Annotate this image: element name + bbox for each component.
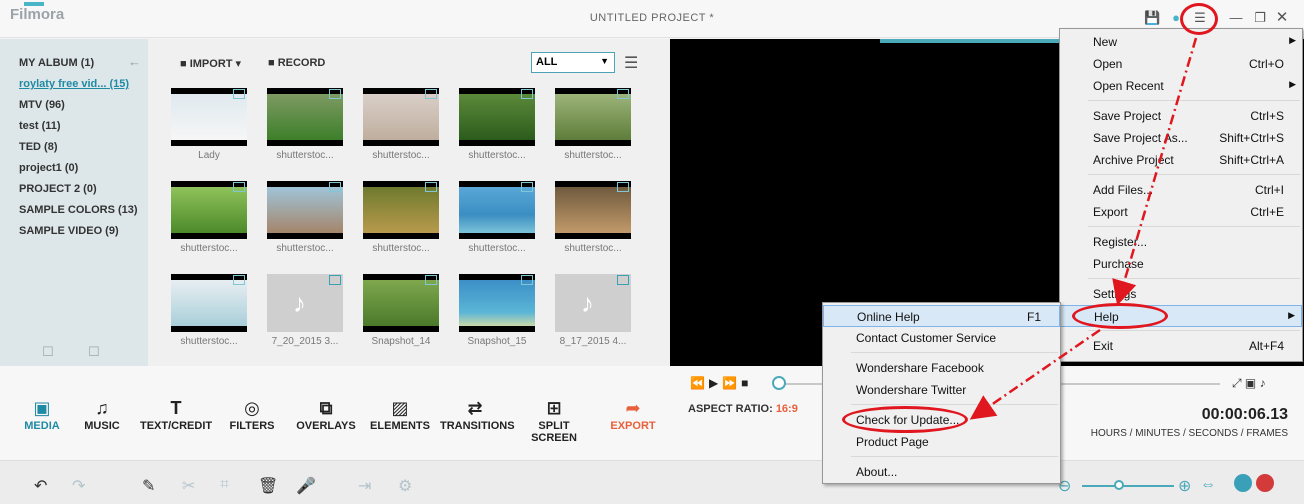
annotation-arrows xyxy=(969,37,1198,420)
